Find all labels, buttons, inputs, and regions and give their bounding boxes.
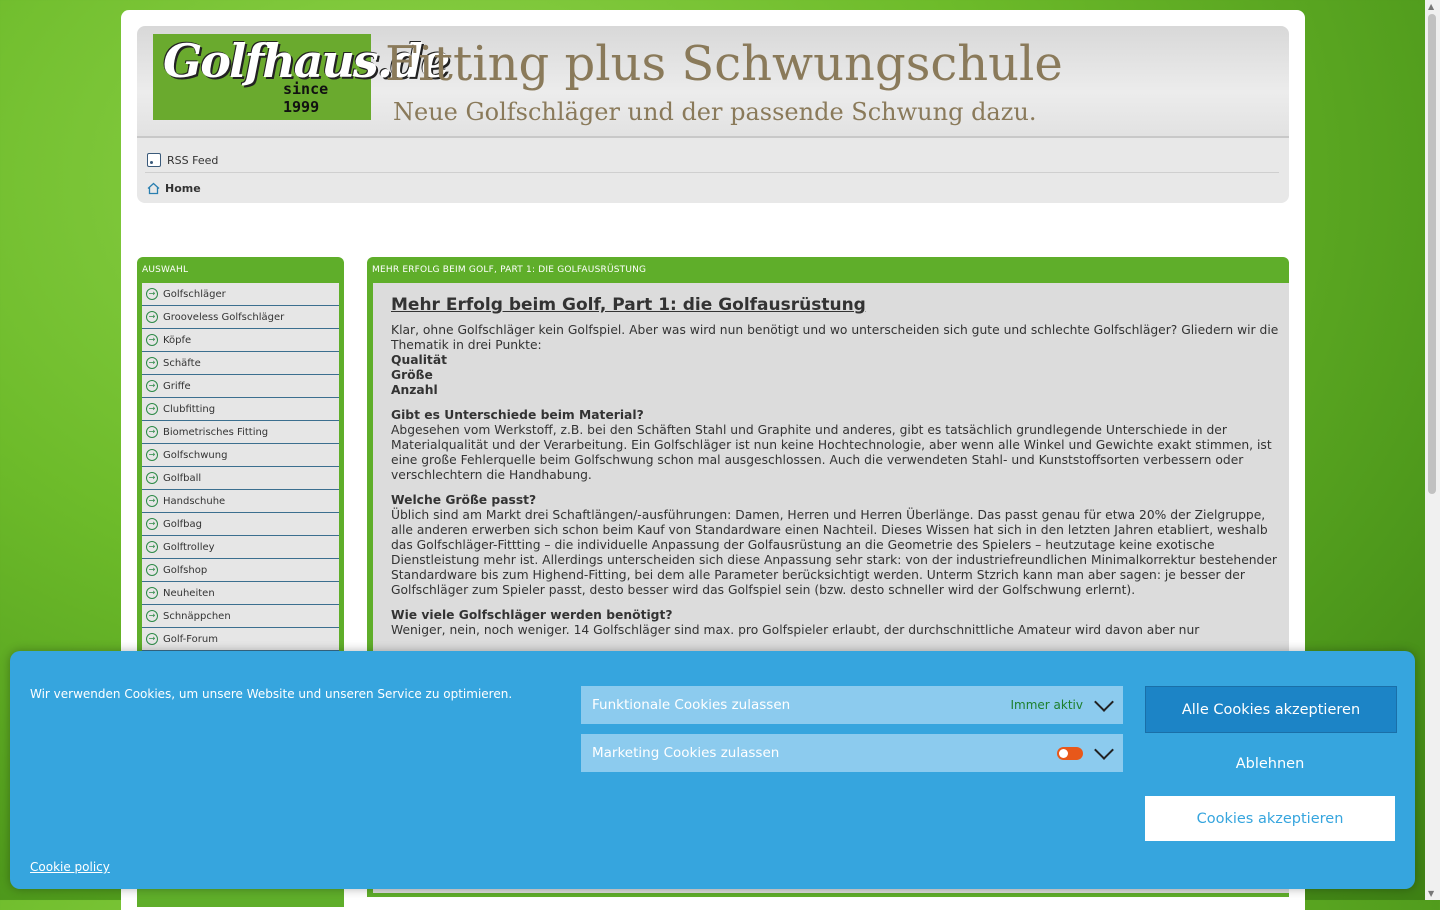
rss-icon: [147, 153, 161, 167]
intro-text: Klar, ohne Golfschläger kein Golfspiel. …: [391, 323, 1279, 352]
marketing-cookies-label: Marketing Cookies zulassen: [592, 745, 780, 761]
sidebar-menu-item[interactable]: → Köpfe: [142, 329, 339, 352]
arrow-right-icon: →: [146, 449, 158, 461]
sidebar-menu-label: Köpfe: [163, 334, 192, 346]
section-heading: Welche Größe passt?: [391, 493, 537, 507]
arrow-right-icon: →: [146, 633, 158, 645]
section-count: Wie viele Golfschläger werden benötigt? …: [391, 608, 1289, 638]
page-scrollbar[interactable]: ▲ ▼: [1425, 0, 1440, 900]
sidebar-menu-item[interactable]: → Griffe: [142, 375, 339, 398]
site-logo[interactable]: Golfhaus.de since 1999: [153, 34, 450, 120]
sidebar-menu-label: Golf-Forum: [163, 633, 218, 645]
always-active-status: Immer aktiv: [1010, 698, 1084, 712]
sidebar-menu-label: Biometrisches Fitting: [163, 426, 269, 438]
sidebar-menu-label: Golfschläger: [163, 288, 226, 300]
home-icon: [147, 182, 160, 195]
scrollbar-thumb[interactable]: [1428, 14, 1436, 494]
article-intro: Klar, ohne Golfschläger kein Golfspiel. …: [391, 323, 1289, 398]
sidebar-title: AUSWAHL: [142, 265, 189, 275]
content-box-title: MEHR ERFOLG BEIM GOLF, PART 1: DIE GOLFA…: [372, 265, 647, 275]
home-label: Home: [165, 181, 201, 195]
accept-all-cookies-button[interactable]: Alle Cookies akzeptieren: [1145, 686, 1397, 733]
sidebar-menu-label: Golfshop: [163, 564, 208, 576]
section-heading: Gibt es Unterschiede beim Material?: [391, 408, 644, 422]
home-link[interactable]: Home: [147, 178, 201, 198]
cookie-policy-link[interactable]: Cookie policy: [30, 860, 110, 874]
sidebar-menu-item[interactable]: → Schäfte: [142, 352, 339, 375]
chevron-down-icon[interactable]: [1094, 740, 1114, 760]
point-quality: Qualität: [391, 353, 447, 367]
sidebar-menu-item[interactable]: → Golf-Forum: [142, 628, 339, 651]
rss-feed-link[interactable]: RSS Feed: [147, 150, 218, 170]
sidebar-menu-label: Handschuhe: [163, 495, 226, 507]
arrow-right-icon: →: [146, 380, 158, 392]
deny-cookies-button[interactable]: Ablehnen: [1145, 741, 1395, 786]
section-material: Gibt es Unterschiede beim Material? Abge…: [391, 408, 1289, 483]
arrow-right-icon: →: [146, 587, 158, 599]
section-text: Abgesehen vom Werkstoff, z.B. bei den Sc…: [391, 423, 1272, 482]
arrow-right-icon: →: [146, 426, 158, 438]
cookie-banner: Wir verwenden Cookies, um unsere Website…: [10, 651, 1415, 889]
arrow-right-icon: →: [146, 564, 158, 576]
sidebar-menu-item[interactable]: → Clubfitting: [142, 398, 339, 421]
sidebar-menu-item[interactable]: → Golfschläger: [142, 283, 339, 306]
rss-label: RSS Feed: [167, 153, 219, 167]
arrow-right-icon: →: [146, 472, 158, 484]
marketing-cookies-row[interactable]: Marketing Cookies zulassen: [581, 734, 1123, 772]
marketing-cookies-toggle[interactable]: [1057, 746, 1083, 760]
section-text: Üblich sind am Markt drei Schaftlängen/-…: [391, 508, 1277, 597]
sidebar-menu-label: Schäfte: [163, 357, 201, 369]
point-size: Größe: [391, 368, 433, 382]
site-title: Fitting plus Schwungschule: [385, 36, 1063, 92]
arrow-right-icon: →: [146, 288, 158, 300]
site-subtitle: Neue Golfschläger und der passende Schwu…: [393, 98, 1037, 126]
section-size: Welche Größe passt? Üblich sind am Markt…: [391, 493, 1289, 598]
sidebar-menu: → Golfschläger → Grooveless Golfschläger → Kö…: [142, 283, 339, 651]
scroll-up-icon[interactable]: ▲: [1428, 2, 1434, 11]
sidebar-menu-label: Golfball: [163, 472, 202, 484]
arrow-right-icon: →: [146, 610, 158, 622]
cookie-message: Wir verwenden Cookies, um unsere Website…: [30, 687, 513, 701]
sidebar-menu-label: Neuheiten: [163, 587, 215, 599]
sidebar-menu-item[interactable]: → Golfshop: [142, 559, 339, 582]
top-nav: RSS Feed Home: [137, 138, 1289, 203]
sidebar-menu-label: Schnäppchen: [163, 610, 231, 622]
section-text: Weniger, nein, noch weniger. 14 Golfschl…: [391, 623, 1200, 637]
sidebar-menu-label: Golftrolley: [163, 541, 215, 553]
sidebar-menu-label: Griffe: [163, 380, 191, 392]
arrow-right-icon: →: [146, 541, 158, 553]
sidebar-menu-label: Grooveless Golfschläger: [163, 311, 285, 323]
sidebar-menu-label: Clubfitting: [163, 403, 216, 415]
nav-divider: [145, 172, 1279, 173]
arrow-right-icon: →: [146, 334, 158, 346]
site-header: Golfhaus.de since 1999 Fitting plus Schw…: [137, 26, 1289, 138]
sidebar-menu-label: Golfbag: [163, 518, 202, 530]
sidebar-menu-item[interactable]: → Golftrolley: [142, 536, 339, 559]
sidebar-menu-item[interactable]: → Neuheiten: [142, 582, 339, 605]
point-count: Anzahl: [391, 383, 438, 397]
arrow-right-icon: →: [146, 518, 158, 530]
arrow-right-icon: →: [146, 403, 158, 415]
functional-cookies-row[interactable]: Funktionale Cookies zulassen Immer aktiv: [581, 686, 1123, 724]
accept-cookies-button[interactable]: Cookies akzeptieren: [1145, 796, 1395, 841]
functional-cookies-label: Funktionale Cookies zulassen: [592, 697, 791, 713]
arrow-right-icon: →: [146, 311, 158, 323]
section-heading: Wie viele Golfschläger werden benötigt?: [391, 608, 673, 622]
arrow-right-icon: →: [146, 357, 158, 369]
sidebar-menu-label: Golfschwung: [163, 449, 228, 461]
sidebar-menu-item[interactable]: → Golfschwung: [142, 444, 339, 467]
sidebar-menu-item[interactable]: → Handschuhe: [142, 490, 339, 513]
arrow-right-icon: →: [146, 495, 158, 507]
logo-since: since 1999: [283, 80, 329, 116]
sidebar-menu-item[interactable]: → Grooveless Golfschläger: [142, 306, 339, 329]
sidebar-menu-item[interactable]: → Golfbag: [142, 513, 339, 536]
article-title[interactable]: Mehr Erfolg beim Golf, Part 1: die Golfa…: [391, 295, 1289, 315]
sidebar-menu-item[interactable]: → Biometrisches Fitting: [142, 421, 339, 444]
sidebar-menu-item[interactable]: → Golfball: [142, 467, 339, 490]
sidebar-menu-item[interactable]: → Schnäppchen: [142, 605, 339, 628]
chevron-down-icon[interactable]: [1094, 692, 1114, 712]
scroll-down-icon[interactable]: ▼: [1428, 889, 1434, 898]
